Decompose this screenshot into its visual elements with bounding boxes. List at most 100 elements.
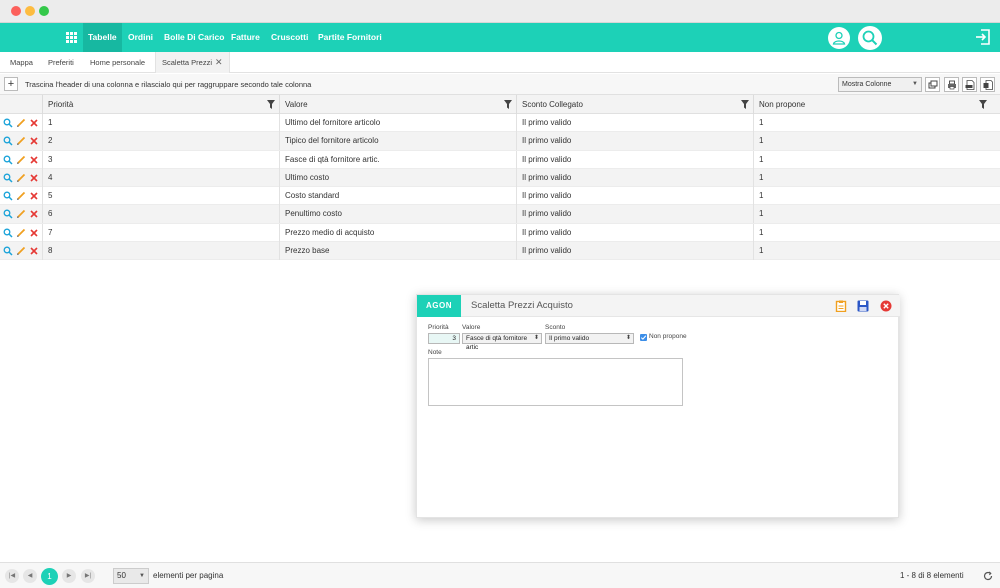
cell-non-propone: 1 (753, 132, 991, 151)
print-button[interactable] (944, 77, 959, 92)
delete-icon[interactable] (29, 173, 39, 183)
nav-tab-tabelle[interactable]: Tabelle (83, 23, 122, 52)
edit-icon[interactable] (16, 228, 26, 238)
priority-input[interactable]: 3 (428, 333, 460, 344)
value-select[interactable]: Fasce di qtà fornitore artic ⬍ (462, 333, 542, 351)
show-columns-select[interactable]: Mostra Colonne ▼ (838, 77, 922, 92)
delete-icon[interactable] (29, 191, 39, 201)
row-actions (2, 173, 42, 184)
filter-icon[interactable] (979, 100, 987, 109)
row-actions (2, 136, 42, 147)
cell-sconto-collegato: Il primo valido (516, 242, 753, 261)
view-icon[interactable] (3, 246, 13, 256)
delete-icon[interactable] (29, 136, 39, 146)
edit-icon[interactable] (16, 155, 26, 165)
notes-textarea[interactable] (428, 358, 683, 406)
view-icon[interactable] (3, 191, 13, 201)
document-tabs: Mappa Preferiti Home personale Scaletta … (0, 52, 1000, 73)
view-icon[interactable] (3, 173, 13, 183)
clipboard-icon[interactable] (835, 300, 847, 312)
cell-sconto-collegato: Il primo valido (516, 205, 753, 224)
view-icon[interactable] (3, 228, 13, 238)
edit-icon[interactable] (16, 136, 26, 146)
agon-logo: AGON (417, 295, 461, 317)
cell-sconto-collegato: Il primo valido (516, 150, 753, 169)
table-row[interactable]: 7 Prezzo medio di acquisto Il primo valido… (0, 223, 1000, 243)
subtab-preferiti[interactable]: Preferiti (42, 52, 80, 73)
cell-non-propone: 1 (753, 205, 991, 224)
delete-icon[interactable] (29, 228, 39, 238)
filter-icon[interactable] (504, 100, 512, 109)
cell-non-propone: 1 (753, 187, 991, 206)
delete-icon[interactable] (29, 246, 39, 256)
page-size-label: elementi per pagina (153, 571, 224, 580)
cell-priorita: 1 (42, 114, 279, 132)
chevron-down-icon: ▼ (139, 573, 145, 579)
layers-icon (928, 80, 938, 89)
logout-icon[interactable] (974, 28, 992, 46)
apps-grid-icon[interactable] (66, 32, 77, 43)
column-header-priorita[interactable]: Priorità (42, 95, 279, 114)
nav-tab-bolle-di-carico[interactable]: Bolle Di Carico (159, 23, 229, 52)
refresh-icon[interactable] (983, 571, 993, 581)
column-header-valore[interactable]: Valore (279, 95, 516, 114)
toggle-view-button[interactable] (925, 77, 940, 92)
edit-icon[interactable] (16, 118, 26, 128)
subtab-home-personale[interactable]: Home personale (84, 52, 151, 73)
table-row[interactable]: 2 Tipico del fornitore articolo Il primo v… (0, 132, 1000, 151)
subtab-scaletta-prezzi[interactable]: Scaletta Prezzi ✕ (155, 52, 230, 73)
filter-icon[interactable] (267, 100, 275, 109)
current-page-button[interactable]: 1 (41, 568, 58, 585)
delete-icon[interactable] (29, 155, 39, 165)
user-profile-button[interactable] (828, 27, 850, 49)
page-size-select[interactable]: 50 ▼ (113, 568, 149, 584)
select-arrows-icon: ⬍ (625, 335, 631, 341)
cell-sconto-collegato: Il primo valido (516, 114, 753, 132)
minimize-window-button[interactable] (25, 6, 35, 16)
column-header-non-propone[interactable]: Non propone (753, 95, 991, 114)
view-icon[interactable] (3, 209, 13, 220)
group-drop-hint[interactable]: Trascina l'header di una colonna e rilas… (25, 74, 311, 95)
subtab-mappa[interactable]: Mappa (4, 52, 39, 73)
delete-icon[interactable] (29, 118, 39, 128)
first-page-button[interactable]: |◀ (5, 569, 19, 583)
non-propone-label: Non propone (649, 333, 687, 340)
delete-icon[interactable] (29, 209, 39, 219)
add-record-button[interactable]: + (4, 77, 18, 91)
close-tab-icon[interactable]: ✕ (215, 57, 223, 67)
next-page-button[interactable]: ▶ (62, 569, 76, 583)
global-search-button[interactable] (858, 26, 882, 50)
table-row[interactable]: 4 Ultimo costo Il primo valido 1 (0, 168, 1000, 188)
close-dialog-icon[interactable] (880, 300, 892, 312)
previous-page-button[interactable]: ◀ (23, 569, 37, 583)
edit-icon[interactable] (16, 209, 26, 219)
table-row[interactable]: 6 Penultimo costo Il primo valido 1 (0, 205, 1000, 224)
non-propone-checkbox[interactable] (640, 334, 647, 341)
export-pdf-button[interactable] (962, 77, 977, 92)
grid-body: 1 Ultimo del fornitore articolo Il primo v… (0, 114, 1000, 261)
column-header-sconto-collegato[interactable]: Sconto Collegato (516, 95, 753, 114)
export-excel-button[interactable] (980, 77, 995, 92)
edit-icon[interactable] (16, 191, 26, 201)
save-icon[interactable] (857, 300, 869, 312)
table-row[interactable]: 3 Fasce di qtà fornitore artic. Il primo v… (0, 150, 1000, 169)
edit-icon[interactable] (16, 246, 26, 256)
edit-icon[interactable] (16, 173, 26, 183)
cell-sconto-collegato: Il primo valido (516, 223, 753, 242)
close-window-button[interactable] (11, 6, 21, 16)
nav-tab-ordini[interactable]: Ordini (123, 23, 158, 52)
discount-select[interactable]: Il primo valido ⬍ (545, 333, 634, 344)
nav-tab-cruscotti[interactable]: Cruscotti (266, 23, 313, 52)
maximize-window-button[interactable] (39, 6, 49, 16)
nav-tab-fatture[interactable]: Fatture (226, 23, 265, 52)
filter-icon[interactable] (741, 100, 749, 109)
nav-tab-partite-fornitori[interactable]: Partite Fornitori (313, 23, 387, 52)
show-columns-label: Mostra Colonne (842, 81, 892, 88)
view-icon[interactable] (3, 136, 13, 146)
table-row[interactable]: 1 Ultimo del fornitore articolo Il primo v… (0, 114, 1000, 133)
table-row[interactable]: 8 Prezzo base Il primo valido 1 (0, 242, 1000, 261)
view-icon[interactable] (3, 155, 13, 165)
table-row[interactable]: 5 Costo standard Il primo valido 1 (0, 187, 1000, 206)
view-icon[interactable] (3, 118, 13, 128)
last-page-button[interactable]: ▶| (81, 569, 95, 583)
